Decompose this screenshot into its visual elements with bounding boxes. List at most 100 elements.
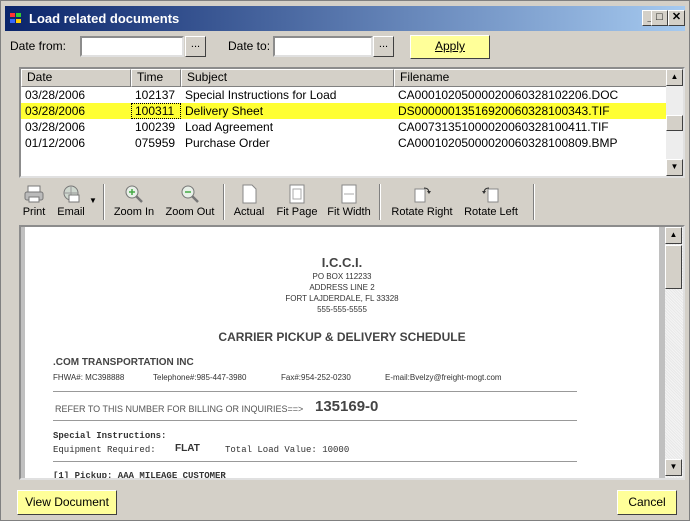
cell-filename: CA00731351000020060328100411.TIF	[398, 120, 609, 134]
column-header-date[interactable]: Date	[21, 69, 131, 87]
cell-date: 01/12/2006	[25, 136, 86, 150]
doc-telephone: Telephone#:985-447-3980	[153, 373, 247, 382]
cell-subject: Special Instructions for Load	[185, 88, 337, 102]
load-documents-window: Load related documents _ □ ✕ Date from: …	[0, 0, 690, 521]
window-title: Load related documents	[29, 11, 180, 26]
doc-email: E-mail:Bvelzy@freight-mogt.com	[385, 373, 502, 382]
doc-equipment-value: FLAT	[175, 443, 200, 454]
actual-size-button[interactable]: Actual	[229, 182, 269, 224]
table-row[interactable]: 03/28/2006 100239 Load Agreement CA00731…	[21, 119, 667, 135]
rotate-right-label: Rotate Right	[391, 206, 453, 218]
email-label: Email	[57, 206, 85, 218]
apply-button[interactable]: Apply	[410, 35, 490, 59]
cell-date: 03/28/2006	[25, 88, 86, 102]
chevron-down-icon: ▼	[89, 196, 97, 205]
close-button[interactable]: ✕	[668, 10, 685, 26]
cell-subject: Delivery Sheet	[185, 104, 264, 118]
title-bar[interactable]: Load related documents _ □ ✕	[5, 6, 685, 31]
zoom-in-icon	[125, 185, 143, 203]
email-button[interactable]: Email	[51, 182, 91, 224]
zoom-out-button[interactable]: Zoom Out	[163, 182, 217, 224]
doc-company: I.C.C.I.	[321, 255, 363, 270]
date-from-input[interactable]	[80, 36, 184, 57]
cell-time: 100311	[131, 103, 181, 119]
doc-address2: ADDRESS LINE 2	[309, 283, 375, 292]
toolbar-separator	[223, 184, 225, 220]
toolbar-separator	[103, 184, 105, 220]
rotate-right-button[interactable]: Rotate Right	[387, 182, 457, 224]
fit-page-button[interactable]: Fit Page	[273, 182, 321, 224]
zoom-out-label: Zoom Out	[165, 206, 215, 218]
doc-phone: 555-555-5555	[317, 305, 367, 314]
rotate-left-button[interactable]: Rotate Left	[459, 182, 523, 224]
cell-filename: CA00010205000020060328100809.BMP	[398, 136, 618, 150]
column-header-filename[interactable]: Filename	[394, 69, 667, 87]
doc-divider	[53, 420, 577, 421]
scroll-down-arrow-icon[interactable]: ▼	[666, 159, 683, 176]
cell-subject: Purchase Order	[185, 136, 270, 150]
doc-divider	[53, 461, 577, 462]
doc-heading: CARRIER PICKUP & DELIVERY SCHEDULE	[218, 330, 466, 344]
viewer-scrollbar[interactable]: ▲ ▼	[665, 227, 683, 478]
maximize-button[interactable]: □	[651, 10, 668, 26]
doc-city: FORT LAJDERDALE, FL 33328	[285, 294, 399, 303]
table-row[interactable]: 03/28/2006 102137 Special Instructions f…	[21, 87, 667, 103]
fit-page-icon	[289, 184, 305, 204]
page-icon	[242, 184, 257, 204]
date-to-label: Date to:	[228, 39, 271, 53]
date-to-picker-button[interactable]: ...	[373, 36, 394, 57]
fit-width-button[interactable]: Fit Width	[323, 182, 375, 224]
rotate-left-label: Rotate Left	[464, 206, 518, 218]
doc-address1: PO BOX 112233	[312, 272, 372, 281]
table-row[interactable]: 01/12/2006 075959 Purchase Order CA00010…	[21, 135, 667, 151]
fit-width-icon	[341, 184, 357, 204]
zoom-in-label: Zoom In	[113, 206, 155, 218]
rotate-right-icon	[414, 187, 431, 203]
scroll-thumb[interactable]	[665, 245, 682, 289]
email-dropdown[interactable]: ▼	[89, 182, 97, 224]
zoom-in-button[interactable]: Zoom In	[111, 182, 157, 224]
actual-label: Actual	[233, 206, 265, 218]
cell-date: 03/28/2006	[25, 120, 86, 134]
cell-time: 100239	[135, 120, 176, 134]
cell-filename: DS00000013516920060328100343.TIF	[398, 104, 610, 118]
doc-equipment-label: Equipment Required:	[53, 445, 156, 455]
date-to-input[interactable]	[273, 36, 373, 57]
cancel-button[interactable]: Cancel	[617, 490, 677, 515]
column-header-time[interactable]: Time	[131, 69, 181, 87]
scroll-thumb[interactable]	[666, 115, 683, 131]
scroll-up-arrow-icon[interactable]: ▲	[666, 69, 683, 86]
grid-header: Date Time Subject Filename	[21, 69, 667, 87]
rotate-left-icon	[482, 187, 499, 203]
doc-carrier: .COM TRANSPORTATION INC	[53, 357, 194, 368]
toolbar-separator	[533, 184, 535, 220]
column-header-subject[interactable]: Subject	[181, 69, 394, 87]
doc-refer-number: 135169-0	[315, 398, 379, 415]
zoom-out-icon	[181, 185, 199, 203]
doc-fhwa: FHWA#: MC398888	[53, 373, 125, 382]
doc-fax: Fax#:954-252-0230	[281, 373, 351, 382]
doc-total: Total Load Value: 10000	[225, 445, 350, 455]
scroll-down-arrow-icon[interactable]: ▼	[665, 459, 682, 476]
table-row-selected[interactable]: 03/28/2006 100311 Delivery Sheet DS00000…	[21, 103, 667, 119]
email-globe-icon	[63, 185, 80, 203]
grid-scrollbar[interactable]: ▲ ▼	[666, 69, 683, 176]
cell-date: 03/28/2006	[25, 104, 86, 118]
printer-icon	[24, 185, 44, 203]
bottom-bar: View Document Cancel	[5, 487, 685, 517]
print-label: Print	[22, 206, 46, 218]
cell-subject: Load Agreement	[185, 120, 274, 134]
scroll-up-arrow-icon[interactable]: ▲	[665, 227, 682, 244]
documents-grid: Date Time Subject Filename 03/28/2006 10…	[19, 67, 685, 178]
print-button[interactable]: Print	[19, 182, 49, 224]
filter-bar: Date from: ... Date to: ... Apply	[5, 31, 685, 61]
view-document-button[interactable]: View Document	[17, 490, 117, 515]
cell-time: 075959	[135, 136, 176, 150]
date-from-picker-button[interactable]: ...	[185, 36, 206, 57]
fit-width-label: Fit Width	[327, 206, 371, 218]
document-viewer[interactable]: I.C.C.I. PO BOX 112233 ADDRESS LINE 2 FO…	[19, 225, 685, 480]
doc-refer-text: REFER TO THIS NUMBER FOR BILLING OR INQU…	[55, 404, 304, 414]
doc-divider	[53, 391, 577, 392]
fit-page-label: Fit Page	[276, 206, 318, 218]
document-page: I.C.C.I. PO BOX 112233 ADDRESS LINE 2 FO…	[25, 227, 659, 478]
